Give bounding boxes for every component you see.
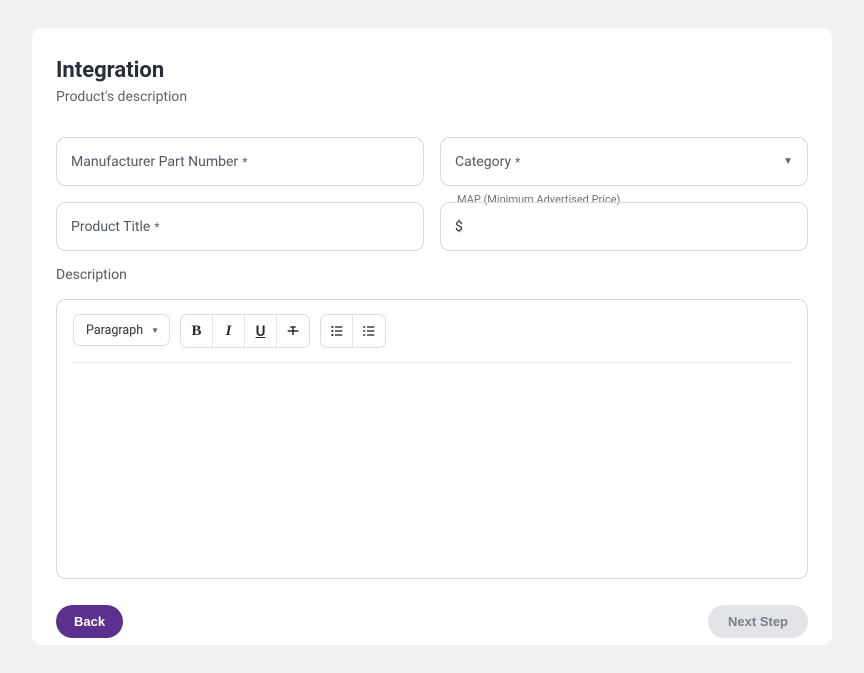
paragraph-dropdown-label: Paragraph [86,323,143,338]
next-step-button[interactable]: Next Step [708,605,808,638]
product-title-required: * [154,220,159,234]
product-title-field[interactable]: Product Title * [56,202,424,251]
strikethrough-button[interactable] [277,315,309,347]
description-label: Description [56,267,808,283]
mpn-field[interactable]: Manufacturer Part Number * [56,137,424,186]
form-card: Integration Product's description Manufa… [32,28,832,645]
back-button[interactable]: Back [56,605,123,638]
text-style-group: B I U [180,314,310,348]
editor-toolbar: Paragraph ▼ B I U [71,314,793,348]
editor-content-area[interactable] [71,363,793,568]
product-title-label: Product Title [71,219,150,235]
map-price-field[interactable]: MAP (Minimum Advertised Price) $ [440,202,808,251]
underline-button[interactable]: U [245,315,277,347]
mpn-required: * [242,155,247,169]
chevron-down-icon: ▼ [151,326,159,335]
rich-text-editor: Paragraph ▼ B I U [56,299,808,579]
chevron-down-icon: ▼ [783,156,793,167]
mpn-label: Manufacturer Part Number [71,154,238,170]
form-footer: Back Next Step [56,605,808,638]
bold-button[interactable]: B [181,315,213,347]
italic-button[interactable]: I [213,315,245,347]
form-row-1: Manufacturer Part Number * Category * ▼ [56,137,808,186]
paragraph-dropdown[interactable]: Paragraph ▼ [73,314,170,346]
bullet-list-button[interactable] [321,315,353,347]
category-label: Category [455,154,511,170]
category-select[interactable]: Category * ▼ [440,137,808,186]
category-required: * [515,155,520,169]
page-subtitle: Product's description [56,89,808,105]
map-value: $ [455,219,793,235]
form-row-2: Product Title * MAP (Minimum Advertised … [56,202,808,251]
page-title: Integration [56,58,808,83]
numbered-list-button[interactable] [353,315,385,347]
list-group [320,314,386,348]
